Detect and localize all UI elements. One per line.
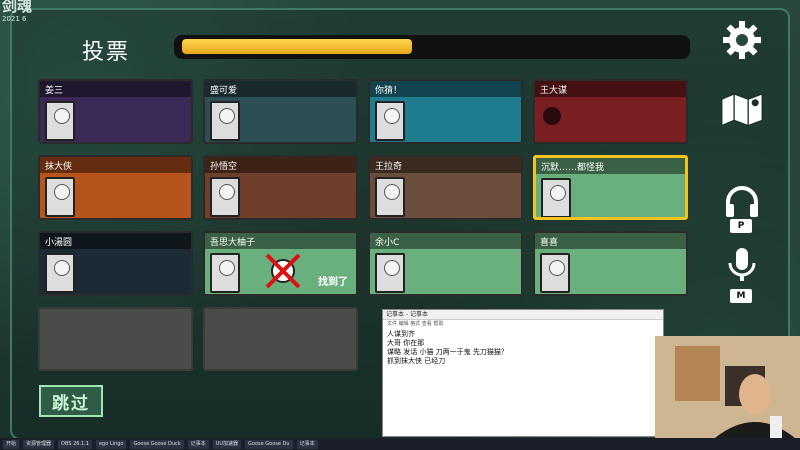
player-avatar [541,178,571,217]
player-card[interactable]: 小湯圆 [38,231,193,296]
page-title: 投票 [82,40,131,65]
empty-player-slot [203,307,358,371]
notepad-title: 记事本 - 记事本 [383,310,663,320]
player-card[interactable]: 你猜！ [368,79,523,144]
taskbar-item[interactable]: UU加速器 [212,439,242,449]
player-card[interactable]: 余小C [368,231,523,296]
player-card[interactable]: 姜三 [38,79,193,144]
notepad-text-area[interactable]: 人谋到齐 大哥 你在那 谋略 发话 小猫 刀两一于鬼 先刀猫猫？ 抓到抹大侠 已… [383,328,663,368]
player-name: 王拉奇 [375,162,403,172]
notepad-menu[interactable]: 文件 编辑 格式 查看 帮助 [383,320,663,328]
player-name: 你猜！ [375,86,403,96]
player-name: 沉默……都怪我 [541,163,605,173]
headphones-hotkey-badge: P [730,219,752,233]
player-avatar [45,253,75,293]
voice-output-button[interactable] [720,180,764,224]
map-button[interactable] [720,86,764,130]
taskbar-item[interactable]: 开始 [3,439,20,449]
taskbar-item[interactable]: Goose Goose Du [245,439,293,449]
player-avatar [540,253,570,293]
player-avatar [375,177,405,217]
body-found-label: 找到了 [318,277,348,288]
notepad-line: 人谋到齐 [387,330,415,338]
player-avatar [210,101,240,141]
streamer-webcam [655,336,800,438]
headphones-icon [726,186,758,217]
player-card[interactable]: 喜喜 [533,231,688,296]
player-card[interactable]: 王大谋 [533,79,688,144]
dead-player-mark [543,107,561,125]
os-taskbar: 开始 资源管理器 OBS 26.1.1 ego Lingo Goose Goose Du… [0,438,800,450]
taskbar-item[interactable]: 记事本 [187,439,209,449]
map-icon [721,92,763,127]
reported-body-icon [265,253,301,289]
vote-timer-fill [182,39,412,54]
player-avatar [375,253,405,293]
taskbar-item[interactable]: Goose Goose Duck [130,439,184,449]
player-avatar [45,177,75,217]
player-name: 王大谋 [540,86,568,96]
player-avatar [210,177,240,217]
gear-icon [723,21,761,59]
player-card[interactable]: 孙悟空 [203,155,358,220]
player-card[interactable]: 抹大侠 [38,155,193,220]
taskbar-item[interactable]: 资源管理器 [23,439,55,449]
settings-button[interactable] [720,18,764,62]
player-avatar [210,253,240,293]
notepad-line: 大哥 你在那 [387,339,425,347]
microphone-button[interactable] [720,243,764,287]
player-name: 小湯圆 [45,238,73,248]
player-card[interactable]: 沉默……都怪我 [533,155,688,220]
player-avatar [45,101,75,141]
taskbar-item[interactable]: ego Lingo [95,439,127,449]
player-card[interactable]: 吾思大柚子找到了 [203,231,358,296]
player-name: 余小C [375,238,400,248]
player-card[interactable]: 王拉奇 [368,155,523,220]
player-avatar [375,101,405,141]
empty-player-slot [38,307,193,371]
stream-watermark: 剑魂 2021 6 [2,0,33,23]
microphone-icon [728,248,756,281]
taskbar-item[interactable]: OBS 26.1.1 [58,439,92,449]
player-name: 姜三 [45,86,64,96]
notepad-line: 谋略 发话 小猫 刀两一于鬼 先刀猫猫？ [387,348,508,356]
player-name: 孙悟空 [210,162,238,172]
taskbar-item[interactable]: 记事本 [296,439,318,449]
notepad-line: 抓到抹大侠 已经刀 [387,357,446,365]
player-name: 吾思大柚子 [210,238,256,248]
microphone-hotkey-badge: M [730,289,752,303]
skip-vote-button[interactable]: 跳过 [39,385,103,417]
notepad-window[interactable]: 记事本 - 记事本 文件 编辑 格式 查看 帮助 人谋到齐 大哥 你在那 谋略 … [382,309,664,437]
player-name: 喜喜 [540,238,559,248]
player-name: 盛可爱 [210,86,238,96]
player-card[interactable]: 盛可爱 [203,79,358,144]
vote-timer-bar [174,35,690,59]
player-name: 抹大侠 [45,162,73,172]
